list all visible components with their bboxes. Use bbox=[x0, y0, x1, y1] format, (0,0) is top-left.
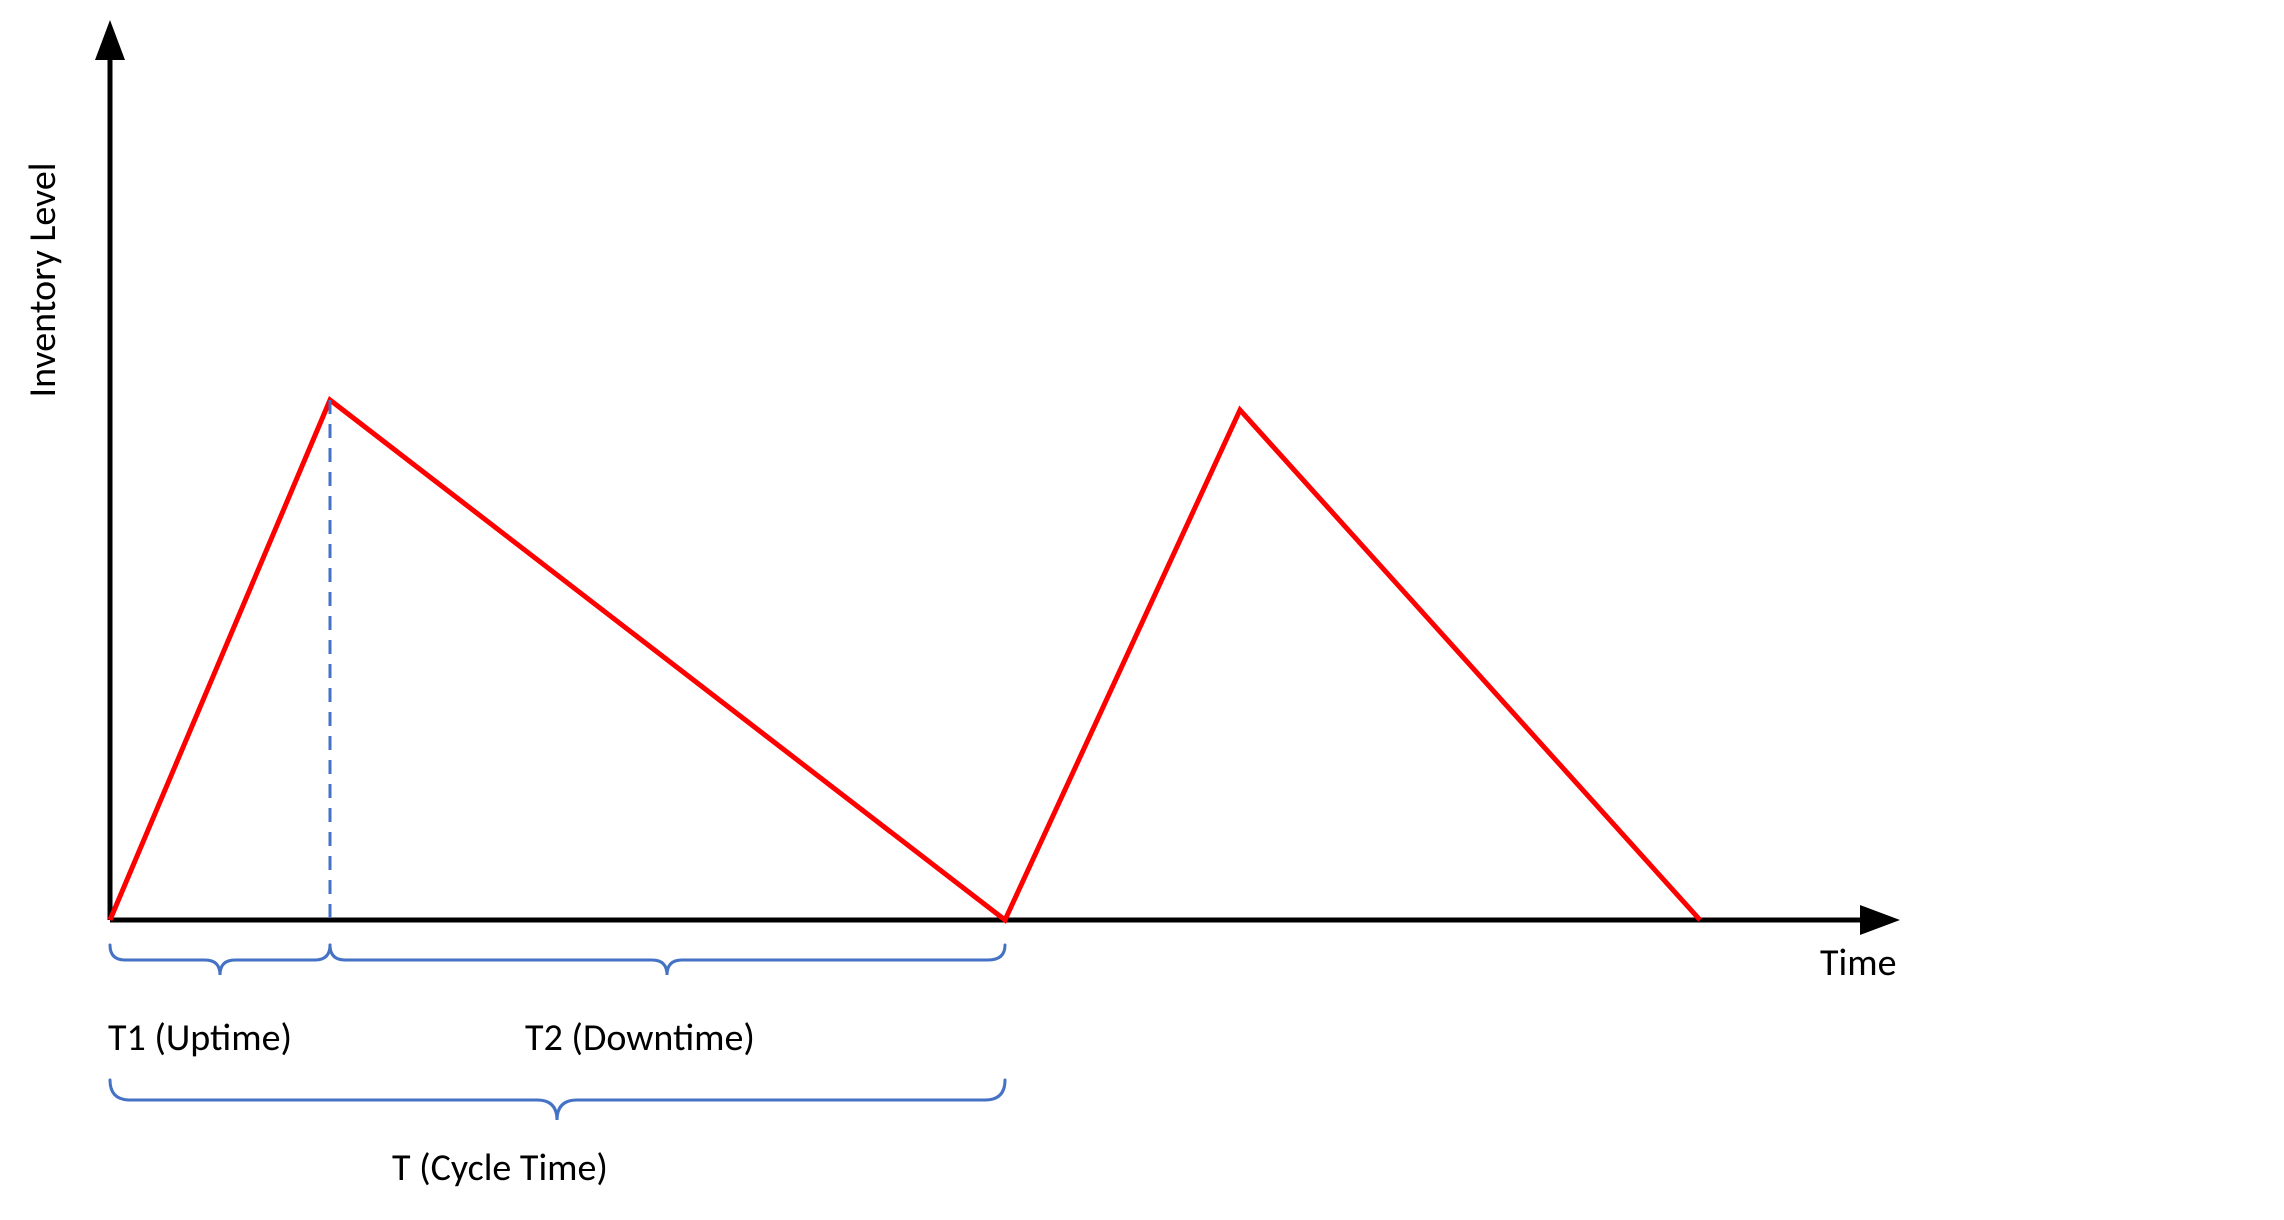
inventory-line bbox=[110, 400, 1700, 920]
x-axis-arrow-icon bbox=[1860, 905, 1900, 935]
t2-brace bbox=[330, 945, 1005, 975]
t-brace bbox=[110, 1080, 1005, 1120]
axes bbox=[95, 20, 1900, 935]
y-axis-label: Inventory Level bbox=[20, 163, 66, 398]
y-axis-arrow-icon bbox=[95, 20, 125, 60]
x-axis-label: Time bbox=[1820, 940, 1897, 986]
t1-label: T1 (Uptime) bbox=[108, 1015, 292, 1061]
t-label: T (Cycle Time) bbox=[392, 1145, 608, 1191]
t1-brace bbox=[110, 945, 330, 975]
t2-label: T2 (Downtime) bbox=[525, 1015, 755, 1061]
inventory-diagram: Inventory Level Time T1 (Uptime) T2 (Dow… bbox=[0, 0, 2284, 1220]
